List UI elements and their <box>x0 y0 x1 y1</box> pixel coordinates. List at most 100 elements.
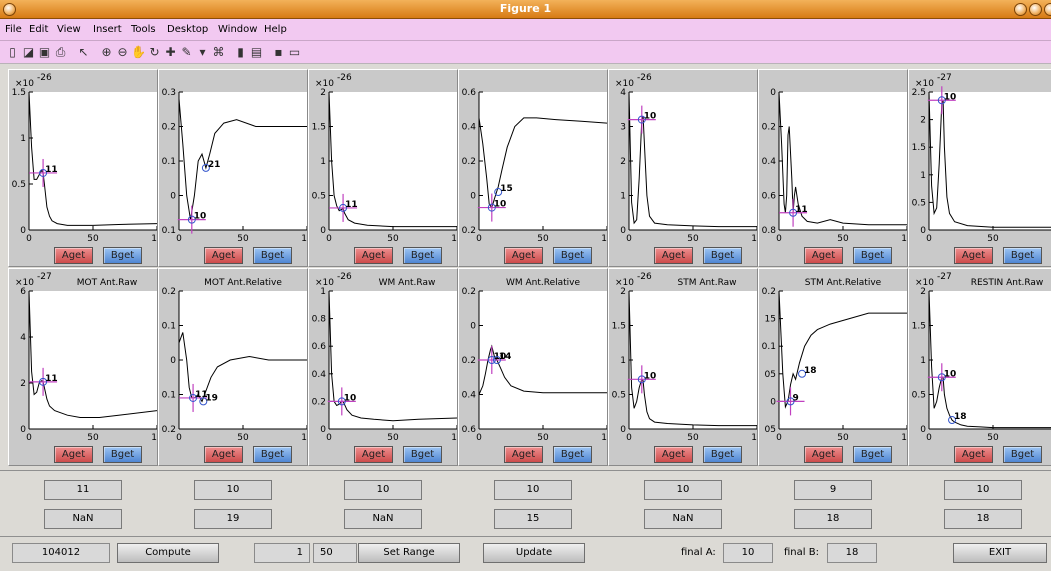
index-a-field-7[interactable]: 10 <box>944 480 1022 500</box>
menu-edit[interactable]: Edit <box>29 24 48 35</box>
open-file-icon[interactable]: ◪ <box>21 45 36 60</box>
index-a-field-6[interactable]: 9 <box>794 480 872 500</box>
bget-button[interactable]: Bget <box>1003 446 1042 463</box>
range-end-field[interactable]: 50 <box>313 543 357 563</box>
index-a-field-3[interactable]: 10 <box>344 480 422 500</box>
menu-desktop[interactable]: Desktop <box>167 24 208 35</box>
aget-button[interactable]: Aget <box>354 247 393 264</box>
bget-button[interactable]: Bget <box>553 247 592 264</box>
series-line <box>178 98 307 220</box>
range-start-field[interactable]: 1 <box>254 543 310 563</box>
aget-button[interactable]: Aget <box>54 247 93 264</box>
menu-window[interactable]: Window <box>218 24 257 35</box>
bget-button[interactable]: Bget <box>253 247 292 264</box>
aget-button[interactable]: Aget <box>504 446 543 463</box>
x-tick-label: 50 <box>237 234 249 244</box>
index-b-field-1[interactable]: NaN <box>44 509 122 529</box>
save-icon[interactable]: ▣ <box>37 45 52 60</box>
link-plot-icon[interactable]: ⌘ <box>211 45 226 60</box>
aget-button[interactable]: Aget <box>504 247 543 264</box>
y-tick-label: 0.4 <box>462 123 477 133</box>
chart-svg: 0.60.40.200.20 50 10WM Ant.Relative1014 <box>462 278 607 443</box>
bget-button[interactable]: Bget <box>703 446 742 463</box>
marker-label: 19 <box>205 393 218 403</box>
plot-panel-4: 0.2 0 0.2 0.4 0.6 0 50 10 10 15 Aget Bget <box>458 69 608 267</box>
subject-id-field[interactable]: 104012 <box>12 543 110 563</box>
menu-insert[interactable]: Insert <box>93 24 122 35</box>
print-icon[interactable]: ⎙ <box>53 45 68 60</box>
window-title-bar[interactable]: Figure 1 <box>0 0 1051 19</box>
aget-button[interactable]: Aget <box>54 446 93 463</box>
brush-dropdown-icon[interactable]: ▾ <box>195 45 210 60</box>
zoom-out-icon[interactable]: ⊖ <box>115 45 130 60</box>
pointer-icon[interactable]: ↖ <box>76 45 91 60</box>
data-cursor-icon[interactable]: ✚ <box>163 45 178 60</box>
rotate-icon[interactable]: ↻ <box>147 45 162 60</box>
y-tick-label: 2.5 <box>912 88 926 98</box>
aget-button[interactable]: Aget <box>204 446 243 463</box>
plot-panel-12: 0 0.5 1 1.5 2 0 50 10 ×10 -26 STM Ant.Raw 10 Aget Bge… <box>608 268 758 466</box>
bget-button[interactable]: Bget <box>403 247 442 264</box>
bget-button[interactable]: Bget <box>253 446 292 463</box>
x-tick-label: 50 <box>687 234 699 244</box>
aget-button[interactable]: Aget <box>954 446 993 463</box>
x-tick-label: 50 <box>537 234 549 244</box>
aget-button[interactable]: Aget <box>204 247 243 264</box>
bget-button[interactable]: Bget <box>703 247 742 264</box>
index-b-field-6[interactable]: 18 <box>794 509 872 529</box>
bget-button[interactable]: Bget <box>1003 247 1042 264</box>
y-tick-label: 0 <box>170 192 176 202</box>
colorbar-icon[interactable]: ▮ <box>233 45 248 60</box>
plot-title: WM Ant.Raw <box>379 278 436 288</box>
bget-button[interactable]: Bget <box>853 247 892 264</box>
brush-icon[interactable]: ✎ <box>179 45 194 60</box>
index-a-field-4[interactable]: 10 <box>494 480 572 500</box>
exit-button[interactable]: EXIT <box>953 543 1047 563</box>
y-tick-label: 0.2 <box>312 397 326 407</box>
aget-button[interactable]: Aget <box>804 247 843 264</box>
final-b-field[interactable]: 18 <box>827 543 877 563</box>
menu-tools[interactable]: Tools <box>131 24 156 35</box>
index-b-field-4[interactable]: 15 <box>494 509 572 529</box>
marker-label: 9 <box>793 393 799 403</box>
bget-button[interactable]: Bget <box>103 247 142 264</box>
minimize-icon[interactable] <box>1014 3 1027 16</box>
bget-button[interactable]: Bget <box>103 446 142 463</box>
y-tick-label: 0.2 <box>462 356 476 366</box>
show-plot-tools-icon[interactable]: ▭ <box>287 45 302 60</box>
compute-button[interactable]: Compute <box>117 543 219 563</box>
maximize-icon[interactable] <box>1029 3 1042 16</box>
y-exponent-power: -26 <box>637 73 652 83</box>
hide-plot-tools-icon[interactable]: ▪ <box>271 45 286 60</box>
index-b-field-5[interactable]: NaN <box>644 509 722 529</box>
menu-help[interactable]: Help <box>264 24 287 35</box>
final-a-field[interactable]: 10 <box>723 543 773 563</box>
close-icon[interactable] <box>1044 3 1051 16</box>
bget-button[interactable]: Bget <box>853 446 892 463</box>
index-b-field-3[interactable]: NaN <box>344 509 422 529</box>
aget-button[interactable]: Aget <box>804 446 843 463</box>
new-figure-icon[interactable]: ▯ <box>5 45 20 60</box>
plot-panel-11: 0.6 0.4 0.2 0 0.2 0 50 10 WM Ant.Relative 10 14 Age… <box>458 268 608 466</box>
index-a-field-5[interactable]: 10 <box>644 480 722 500</box>
zoom-in-icon[interactable]: ⊕ <box>99 45 114 60</box>
menu-view[interactable]: View <box>57 24 81 35</box>
pan-icon[interactable]: ✋ <box>131 45 146 60</box>
bget-button[interactable]: Bget <box>403 446 442 463</box>
aget-button[interactable]: Aget <box>954 247 993 264</box>
index-b-field-2[interactable]: 19 <box>194 509 272 529</box>
x-tick-label: 0 <box>476 234 482 244</box>
index-a-field-2[interactable]: 10 <box>194 480 272 500</box>
bget-button[interactable]: Bget <box>553 446 592 463</box>
legend-icon[interactable]: ▤ <box>249 45 264 60</box>
index-a-field-1[interactable]: 11 <box>44 480 122 500</box>
aget-button[interactable]: Aget <box>654 247 693 264</box>
menu-file[interactable]: File <box>5 24 22 35</box>
set-range-button[interactable]: Set Range <box>358 543 460 563</box>
aget-button[interactable]: Aget <box>654 446 693 463</box>
y-tick-label: 2 <box>920 287 926 297</box>
y-tick-label: 1 <box>20 134 26 144</box>
aget-button[interactable]: Aget <box>354 446 393 463</box>
index-b-field-7[interactable]: 18 <box>944 509 1022 529</box>
update-button[interactable]: Update <box>483 543 585 563</box>
